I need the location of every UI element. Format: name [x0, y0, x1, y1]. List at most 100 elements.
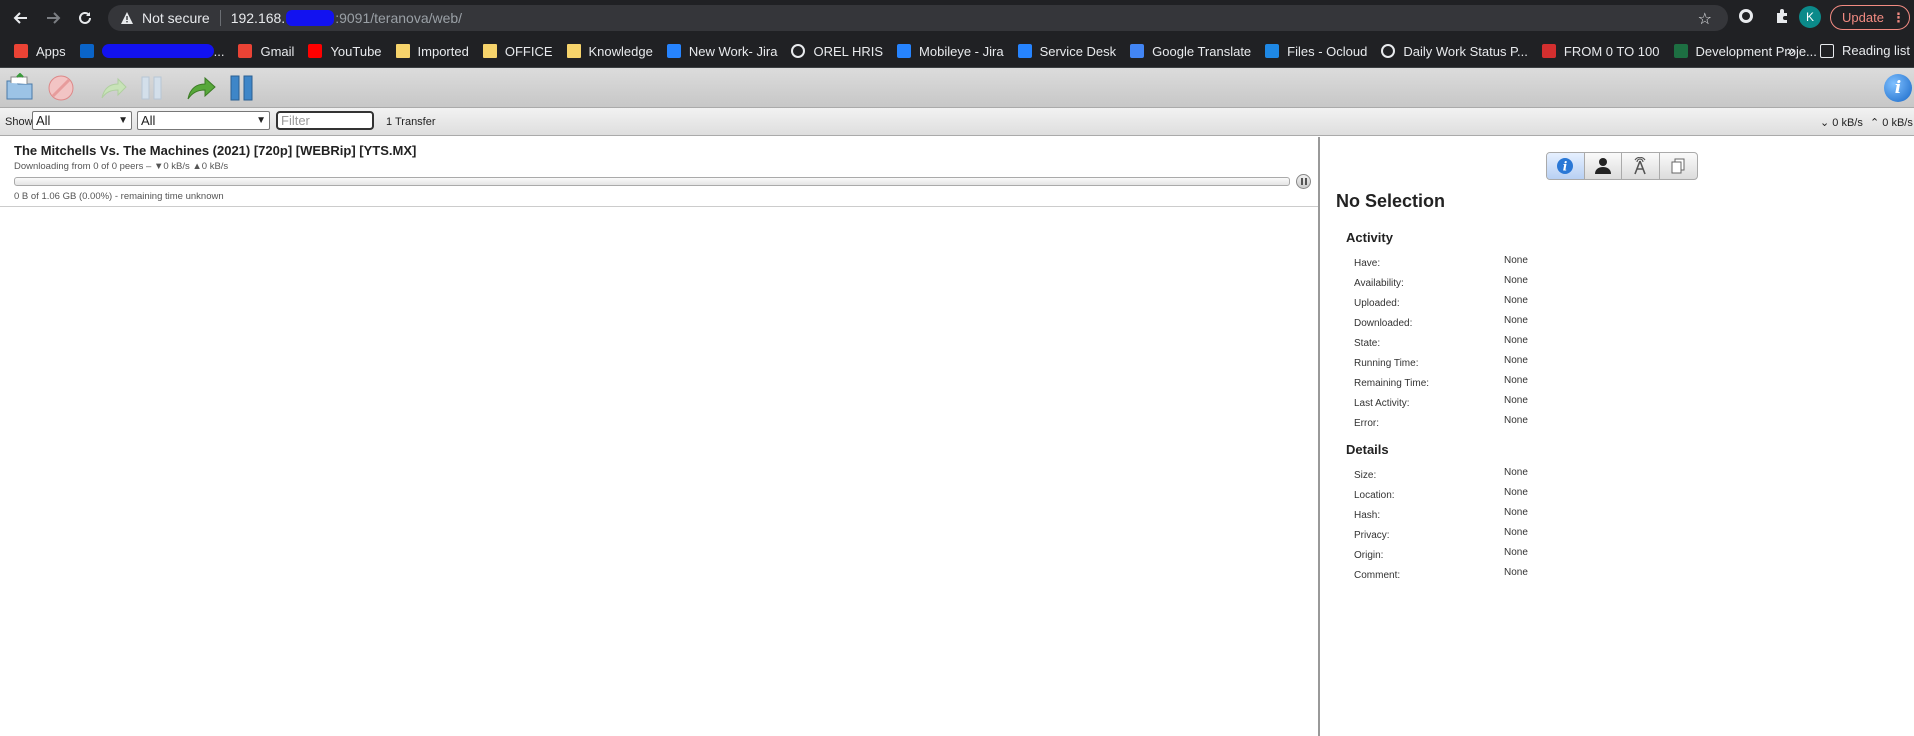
- upload-speed: ⌃ 0 kB/s: [1870, 117, 1913, 129]
- bookmark-item[interactable]: Knowledge: [566, 44, 653, 59]
- details-section-title: Details: [1346, 442, 1389, 457]
- torrent-peers: Downloading from 0 of 0 peers – ▼0 kB/s …: [14, 161, 229, 172]
- address-divider: [219, 10, 221, 26]
- bookmark-item[interactable]: Development Proje...: [1673, 43, 1817, 59]
- bookmark-item[interactable]: Gmail: [238, 44, 294, 59]
- bookmark-item[interactable]: FROM 0 TO 100: [1541, 44, 1660, 59]
- pause-icon[interactable]: [137, 73, 167, 103]
- trackers-tab-icon[interactable]: [1622, 153, 1660, 179]
- torrent-pause-icon[interactable]: [1296, 174, 1311, 189]
- field-label: State:: [1354, 338, 1381, 349]
- field-label: Privacy:: [1354, 530, 1390, 541]
- extensions-puzzle-icon[interactable]: [1773, 8, 1791, 26]
- bookmark-item[interactable]: Imported: [395, 43, 469, 59]
- reading-list-label: Reading list: [1842, 43, 1910, 58]
- not-secure-label[interactable]: Not secure: [142, 10, 210, 26]
- forward-arrow-icon[interactable]: [42, 7, 64, 29]
- pause-all-icon[interactable]: [227, 73, 257, 103]
- info-icon[interactable]: i: [1884, 74, 1912, 102]
- update-button[interactable]: Update ⋮: [1830, 5, 1910, 30]
- bookmark-label: Files - Ocloud: [1287, 43, 1368, 59]
- profile-avatar[interactable]: K: [1799, 6, 1821, 28]
- field-value: None: [1504, 395, 1528, 406]
- tracker-filter-value: All: [141, 113, 156, 128]
- field-value: None: [1504, 415, 1528, 426]
- bookmark-item[interactable]: YouTube: [308, 44, 382, 59]
- url-host: 192.168.: [230, 10, 286, 26]
- state-filter-select[interactable]: All ▼: [32, 111, 132, 130]
- bookmark-item[interactable]: OFFICE: [482, 44, 553, 59]
- redaction-mark: [286, 10, 335, 26]
- reload-icon[interactable]: [74, 7, 96, 29]
- open-torrent-icon[interactable]: [5, 72, 35, 103]
- browser-toolbar: Not secure 192.168. :9091/teranova/web/ …: [0, 0, 1914, 35]
- bookmarks-bar: Apps... Gmail YouTube Imported OFFICE Knowled…: [0, 35, 1914, 68]
- filter-bar: Show All ▼ All ▼ Filter 1 Transfer ⌄ 0 k…: [0, 108, 1914, 136]
- bookmark-item[interactable]: New Work- Jira: [666, 43, 778, 59]
- remove-icon[interactable]: [46, 73, 76, 103]
- info-tab-icon[interactable]: i: [1547, 153, 1585, 179]
- excel-icon: [1673, 44, 1688, 58]
- field-value: None: [1504, 355, 1528, 366]
- field-label: Comment:: [1354, 570, 1401, 581]
- bookmark-item[interactable]: Files - Ocloud: [1265, 44, 1367, 59]
- bookmarks-overflow-button[interactable]: »: [1787, 42, 1795, 58]
- bookmark-item[interactable]: Service Desk: [1017, 44, 1116, 59]
- field-value: None: [1504, 487, 1528, 498]
- warning-icon[interactable]: [120, 11, 134, 25]
- back-arrow-icon[interactable]: [10, 7, 32, 29]
- field-label: Last Activity:: [1354, 398, 1410, 409]
- torrent-name: The Mitchells Vs. The Machines (2021) [7…: [14, 143, 417, 158]
- bookmark-star-icon[interactable]: ☆: [1698, 9, 1712, 29]
- reading-list-button[interactable]: Reading list: [1820, 43, 1910, 58]
- tracker-filter-select[interactable]: All ▼: [137, 111, 270, 130]
- field-label: Error:: [1354, 418, 1379, 429]
- bookmark-item[interactable]: Apps: [14, 44, 66, 59]
- show-label: Show: [5, 116, 33, 128]
- field-label: Running Time:: [1354, 358, 1419, 369]
- translate-icon: [1130, 44, 1145, 58]
- resume-icon[interactable]: [98, 73, 128, 103]
- activity-section-title: Activity: [1346, 230, 1393, 245]
- bookmark-item[interactable]: Mobileye - Jira: [897, 44, 1004, 59]
- more-vert-icon[interactable]: ⋮: [1892, 10, 1905, 26]
- cloud-icon: [1265, 44, 1280, 58]
- reading-list-icon: [1820, 43, 1834, 58]
- field-label: Uploaded:: [1354, 298, 1400, 309]
- bookmark-item[interactable]: Google Translate: [1130, 44, 1251, 59]
- peers-tab-icon[interactable]: [1585, 153, 1622, 179]
- folder-icon: [395, 44, 410, 58]
- field-value: None: [1504, 467, 1528, 478]
- bookmark-label: Imported: [417, 43, 469, 59]
- field-label: Have:: [1354, 258, 1381, 269]
- bookmark-label: New Work- Jira: [688, 43, 778, 59]
- chevron-down-icon: ▼: [256, 115, 266, 126]
- bookmark-item[interactable]: Daily Work Status P...: [1381, 44, 1528, 59]
- field-value: None: [1504, 295, 1528, 306]
- bookmark-item[interactable]: ...: [79, 44, 224, 59]
- jira-icon: [897, 44, 912, 58]
- bookmark-label: Development Proje...: [1695, 43, 1817, 59]
- apps-grid-icon: [14, 44, 28, 58]
- field-value: None: [1504, 375, 1528, 386]
- redaction-mark: [101, 44, 214, 58]
- inspector-title: No Selection: [1336, 191, 1446, 211]
- download-speed: ⌄ 0 kB/s: [1820, 117, 1863, 129]
- resume-all-icon[interactable]: [185, 73, 216, 103]
- folder-icon: [482, 44, 497, 58]
- files-tab-icon[interactable]: [1660, 153, 1697, 179]
- update-label: Update: [1842, 10, 1884, 25]
- torrent-row[interactable]: The Mitchells Vs. The Machines (2021) [7…: [0, 137, 1318, 207]
- filter-input[interactable]: Filter: [276, 111, 374, 130]
- field-value: None: [1504, 315, 1528, 326]
- field-label: Size:: [1354, 470, 1377, 481]
- address-bar[interactable]: Not secure 192.168. :9091/teranova/web/ …: [108, 5, 1728, 31]
- torrent-status: 0 B of 1.06 GB (0.00%) - remaining time …: [14, 191, 224, 202]
- torrent-list: The Mitchells Vs. The Machines (2021) [7…: [0, 137, 1318, 736]
- incognito-extension-icon[interactable]: [1737, 8, 1755, 26]
- bookmark-label: OREL HRIS: [813, 43, 884, 59]
- field-label: Hash:: [1354, 510, 1381, 521]
- bookmark-item[interactable]: OREL HRIS: [791, 44, 883, 59]
- bookmark-label: Gmail: [260, 43, 295, 59]
- car-icon: [1541, 44, 1556, 58]
